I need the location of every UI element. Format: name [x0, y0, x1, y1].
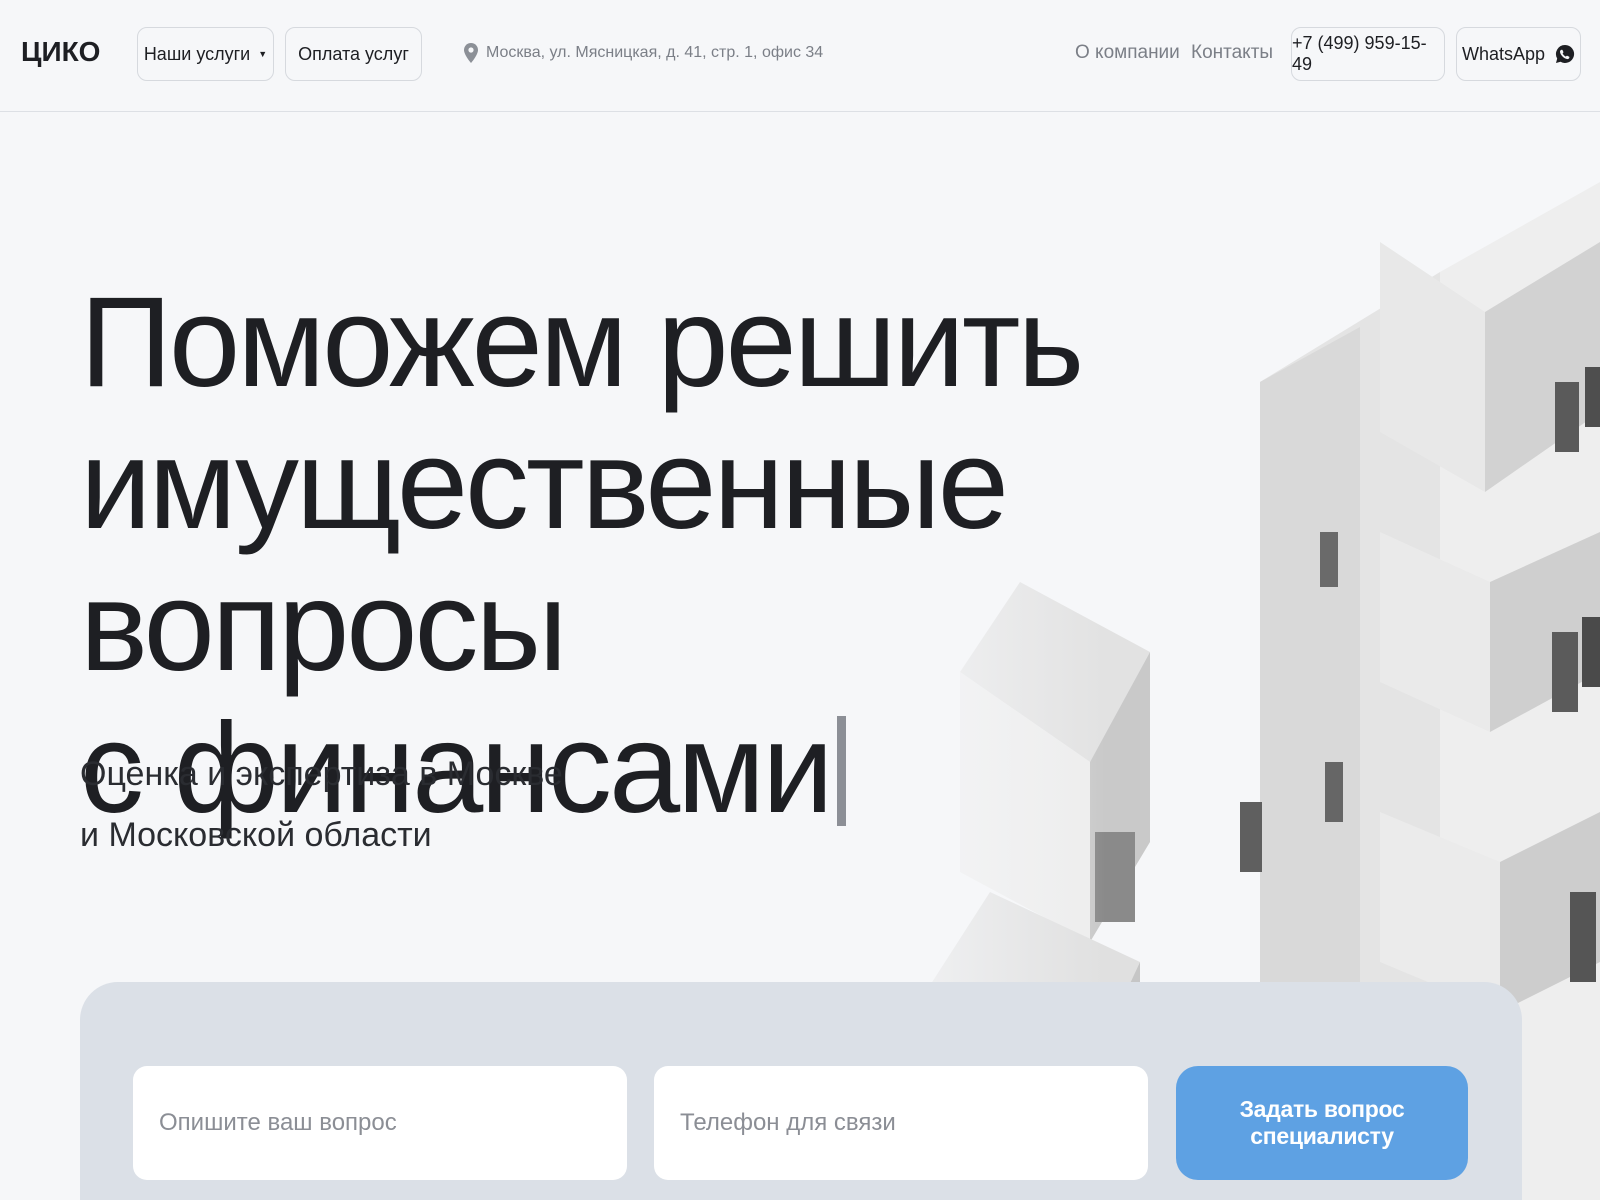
site-header: ЦИКО Наши услуги ▼ Оплата услуг Москва, …	[0, 0, 1600, 112]
services-button-label: Наши услуги	[143, 43, 251, 64]
logo[interactable]: ЦИКО	[21, 36, 100, 68]
whatsapp-icon	[1556, 44, 1575, 63]
nav-link-about[interactable]: О компании	[1075, 42, 1180, 64]
hero-subtitle-line: и Московской области	[80, 816, 432, 854]
question-form: Задать вопрос специалисту	[80, 982, 1522, 1200]
hero-subtitle: Оценка и экспертиза в Москве и Московско…	[80, 744, 600, 866]
office-address: Москва, ул. Мясницкая, д. 41, стр. 1, оф…	[464, 43, 823, 63]
services-dropdown-button[interactable]: Наши услуги ▼	[137, 27, 274, 81]
hero-title-line: Поможем решить	[80, 271, 1084, 414]
phone-button[interactable]: +7 (499) 959-15-49	[1291, 27, 1445, 81]
payment-button-label: Оплата услуг	[298, 43, 409, 64]
pin-icon	[464, 43, 478, 63]
nav-link-contacts[interactable]: Контакты	[1191, 42, 1273, 64]
hero-subtitle-line: Оценка и экспертиза в Москве	[80, 755, 563, 793]
address-text: Москва, ул. Мясницкая, д. 41, стр. 1, оф…	[486, 44, 824, 61]
hero-title-line: имущественные вопросы	[80, 414, 1220, 698]
typing-cursor	[836, 716, 846, 826]
caret-down-icon: ▼	[258, 49, 268, 59]
phone-number: +7 (499) 959-15-49	[1292, 33, 1427, 74]
payment-button[interactable]: Оплата услуг	[285, 27, 422, 81]
ask-specialist-button[interactable]: Задать вопрос специалисту	[1176, 1066, 1468, 1180]
question-input[interactable]	[133, 1066, 627, 1180]
whatsapp-button[interactable]: WhatsApp	[1456, 27, 1581, 81]
phone-input[interactable]	[654, 1066, 1148, 1180]
hero-title-line-text: имущественные вопросы	[80, 413, 1009, 698]
whatsapp-label: WhatsApp	[1461, 43, 1546, 64]
